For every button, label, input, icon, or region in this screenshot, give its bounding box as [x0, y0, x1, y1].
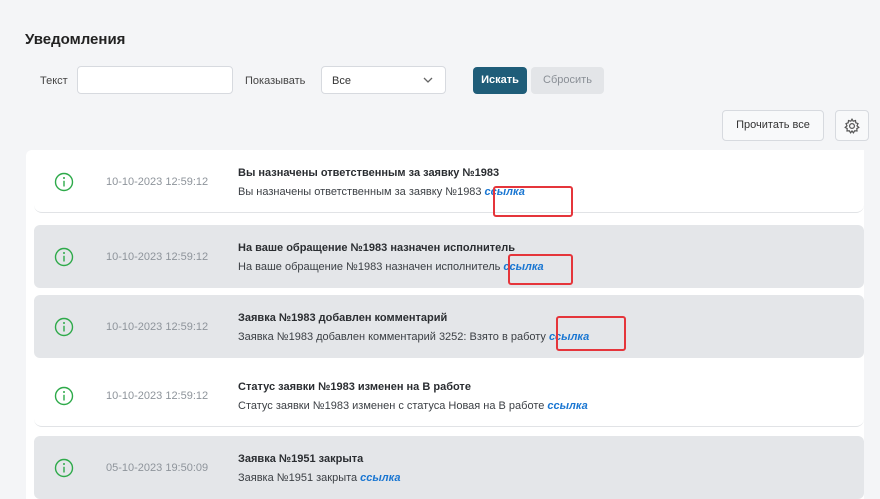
- notification-text: Вы назначены ответственным за заявку №19…: [238, 186, 482, 198]
- reset-button[interactable]: Сбросить: [531, 67, 604, 94]
- notification-link[interactable]: ссылка: [549, 331, 589, 343]
- notification-title: Статус заявки №1983 изменен на В работе: [238, 381, 471, 393]
- gear-icon: [844, 118, 860, 134]
- notification-date: 10-10-2023 12:59:12: [106, 251, 209, 263]
- notification-text-line: Статус заявки №1983 изменен с статуса Но…: [238, 400, 588, 412]
- notification-text-line: Заявка №1983 добавлен комментарий 3252: …: [238, 331, 589, 343]
- notification-text: Статус заявки №1983 изменен с статуса Но…: [238, 400, 545, 412]
- notification-link[interactable]: ссылка: [360, 472, 400, 484]
- notification-date: 10-10-2023 12:59:12: [106, 176, 209, 188]
- chevron-down-icon: [423, 77, 433, 83]
- notification-link[interactable]: ссылка: [547, 400, 587, 412]
- info-circle-icon: [54, 386, 74, 406]
- notification-date: 10-10-2023 12:59:12: [106, 390, 209, 402]
- show-filter-select[interactable]: Все: [321, 66, 446, 94]
- info-circle-icon: [54, 247, 74, 267]
- text-filter-label: Текст: [40, 75, 68, 87]
- show-filter-value: Все: [332, 75, 351, 87]
- notification-title: Вы назначены ответственным за заявку №19…: [238, 167, 500, 179]
- notification-text-line: Заявка №1951 закрыта ссылка: [238, 472, 400, 484]
- notification-link[interactable]: ссылка: [485, 186, 525, 198]
- read-all-button[interactable]: Прочитать все: [722, 110, 824, 141]
- notification-row: 05-10-2023 19:50:09 Заявка №1951 закрыта…: [34, 436, 864, 499]
- settings-button[interactable]: [835, 110, 869, 141]
- show-filter-label: Показывать: [245, 75, 306, 87]
- notification-row: 10-10-2023 12:59:12 Вы назначены ответст…: [34, 150, 864, 213]
- notification-row: 10-10-2023 12:59:12 Заявка №1983 добавле…: [34, 295, 864, 358]
- notification-date: 05-10-2023 19:50:09: [106, 462, 209, 474]
- notification-list: 10-10-2023 12:59:12 Вы назначены ответст…: [26, 150, 864, 499]
- page-title: Уведомления: [25, 31, 126, 48]
- notification-row: 10-10-2023 12:59:12 Статус заявки №1983 …: [34, 364, 864, 427]
- notification-link[interactable]: ссылка: [503, 261, 543, 273]
- notification-text-line: Вы назначены ответственным за заявку №19…: [238, 186, 525, 198]
- notification-title: Заявка №1983 добавлен комментарий: [238, 312, 448, 324]
- notification-text: На ваше обращение №1983 назначен исполни…: [238, 261, 501, 273]
- notification-title: Заявка №1951 закрыта: [238, 453, 364, 465]
- notification-title: На ваше обращение №1983 назначен исполни…: [238, 242, 515, 254]
- notification-text: Заявка №1983 добавлен комментарий 3252: …: [238, 331, 546, 343]
- text-filter-input[interactable]: [77, 66, 233, 94]
- search-button[interactable]: Искать: [473, 67, 527, 94]
- notification-text: Заявка №1951 закрыта: [238, 472, 358, 484]
- info-circle-icon: [54, 172, 74, 192]
- filter-bar: Текст Показывать Все Искать Сбросить: [0, 66, 880, 96]
- info-circle-icon: [54, 458, 74, 478]
- notification-date: 10-10-2023 12:59:12: [106, 321, 209, 333]
- notification-text-line: На ваше обращение №1983 назначен исполни…: [238, 261, 544, 273]
- info-circle-icon: [54, 317, 74, 337]
- notification-row: 10-10-2023 12:59:12 На ваше обращение №1…: [34, 225, 864, 288]
